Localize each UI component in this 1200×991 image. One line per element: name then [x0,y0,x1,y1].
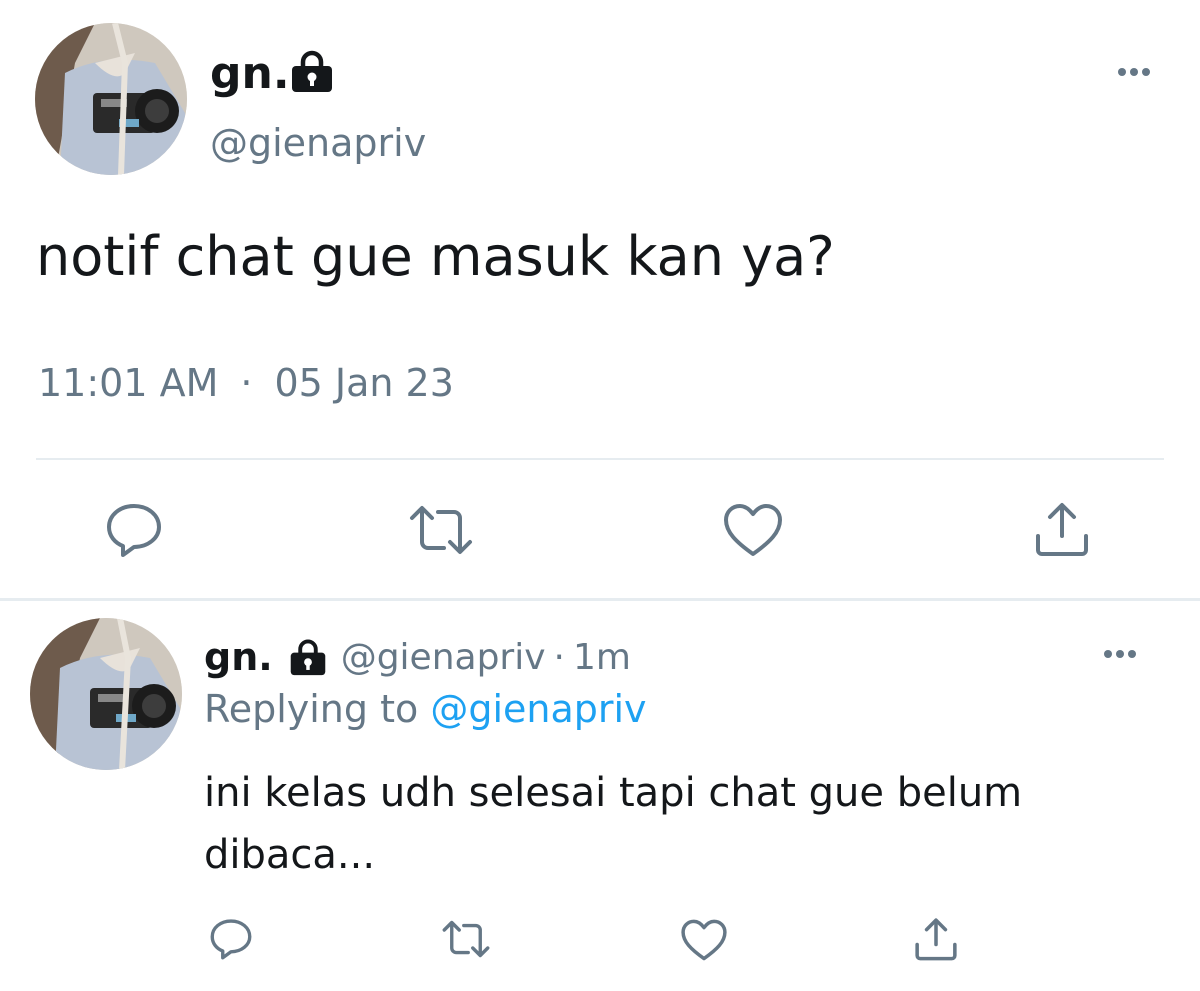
separator: · [240,361,253,405]
handle[interactable]: @gienapriv [210,116,426,170]
main-tweet: gn. @gienapriv notif chat gue masuk kan … [0,0,1200,600]
thread-separator [0,598,1200,601]
reply-text: ini kelas udh selesai tapi chat gue belu… [204,770,1023,878]
replying-prefix: Replying to [204,687,419,731]
reply-icon[interactable] [208,918,254,960]
tweet-time: 11:01 AM [38,361,219,405]
reply-avatar[interactable] [30,618,182,770]
replying-to: Replying to @gienapriv [204,682,647,736]
share-icon[interactable] [1034,500,1090,558]
more-icon[interactable] [1118,68,1150,76]
display-name[interactable]: gn. [210,44,290,104]
reply-age[interactable]: 1m [573,637,631,678]
divider [36,458,1164,460]
retweet-icon[interactable] [440,918,492,960]
lock-icon [290,50,334,92]
reply-header: gn. @gienapriv · 1m [204,628,631,686]
heart-icon[interactable] [722,502,784,558]
replying-to-link[interactable]: @gienapriv [430,687,646,731]
heart-icon[interactable] [680,918,728,962]
avatar[interactable] [35,23,187,175]
separator: · [553,636,565,678]
reply-handle[interactable]: @gienapriv [341,637,546,678]
more-icon[interactable] [1104,650,1136,658]
retweet-icon[interactable] [408,502,474,558]
timestamp[interactable]: 11:01 AM · 05 Jan 23 [38,356,454,410]
lock-icon [289,638,327,676]
tweet-date: 05 Jan 23 [274,361,454,405]
reply-icon[interactable] [104,502,164,558]
tweet-text: notif chat gue masuk kan ya? [36,225,835,288]
reply-display-name[interactable]: gn. [204,635,273,679]
share-icon[interactable] [914,916,958,962]
